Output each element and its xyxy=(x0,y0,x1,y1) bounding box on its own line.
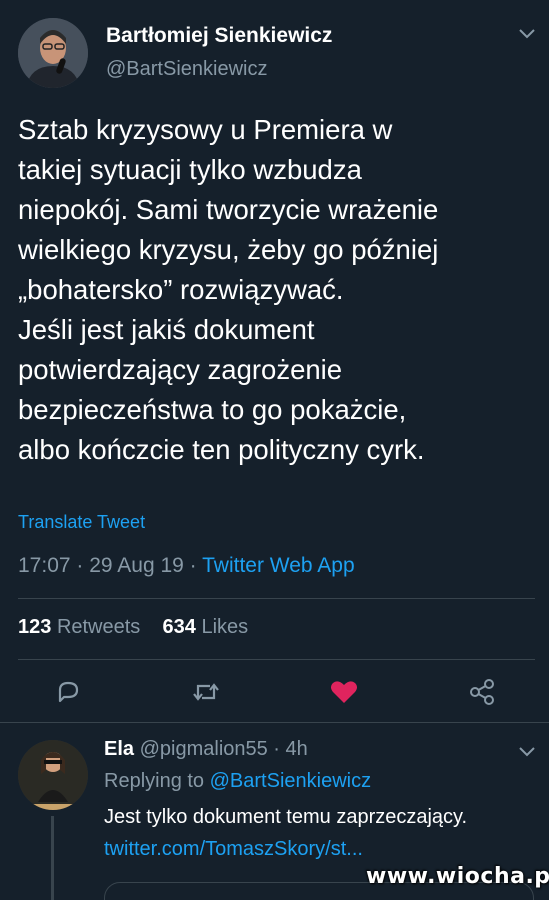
tweet-text-line: „bohatersko” rozwiązywać. xyxy=(18,274,344,305)
divider xyxy=(18,598,535,599)
tweet-text-line: bezpieczeństwa to go pokażcie, xyxy=(18,394,407,425)
reply-author-handle[interactable]: @pigmalion55 xyxy=(140,738,268,760)
reply-author-name[interactable]: Ela xyxy=(104,738,134,760)
action-bar xyxy=(0,672,549,712)
tweet-text-line: takiej sytuacji tylko wzbudza xyxy=(18,154,362,185)
translate-tweet-link[interactable]: Translate Tweet xyxy=(18,512,145,533)
reply-age: 4h xyxy=(285,738,308,760)
replying-to-mention[interactable]: @BartSienkiewicz xyxy=(210,770,371,792)
meta-separator: · xyxy=(267,738,286,760)
share-icon[interactable] xyxy=(466,676,498,708)
replying-prefix: Replying to xyxy=(104,770,210,792)
author-avatar[interactable] xyxy=(18,18,88,88)
chevron-down-icon[interactable] xyxy=(518,746,536,758)
tweet-time: 17:07 xyxy=(18,554,71,577)
likes-label: Likes xyxy=(201,616,249,638)
tweet-stats: 123 Retweets 634 Likes xyxy=(18,616,248,639)
avatar-image xyxy=(18,18,88,88)
reply-header: Ela @pigmalion55 · 4h xyxy=(104,738,308,761)
tweet-date: 29 Aug 19 xyxy=(89,554,184,577)
meta-separator: · xyxy=(183,554,203,577)
tweet-text-line: niepokój. Sami tworzycie wrażenie xyxy=(18,194,439,225)
tweet-text-line: albo kończcie ten polityczny cyrk. xyxy=(18,434,425,465)
retweets-stat[interactable]: 123 Retweets xyxy=(18,616,140,638)
tweet-meta: 17:07 · 29 Aug 19 · Twitter Web App xyxy=(18,554,355,578)
chevron-down-icon[interactable] xyxy=(518,28,536,40)
retweet-icon[interactable] xyxy=(190,676,222,708)
reply-text: Jest tylko dokument temu zaprzeczający. xyxy=(104,806,468,828)
divider xyxy=(18,659,535,660)
thread-line xyxy=(51,816,54,900)
replying-to: Replying to @BartSienkiewicz xyxy=(104,770,371,793)
reply-link[interactable]: twitter.com/TomaszSkory/st... xyxy=(104,838,363,861)
tweet-source-app[interactable]: Twitter Web App xyxy=(202,554,355,577)
retweets-label: Retweets xyxy=(56,616,141,638)
reply-icon[interactable] xyxy=(52,676,84,708)
tweet-text-line: Sztab kryzysowy u Premiera w xyxy=(18,114,393,145)
likes-stat[interactable]: 634 Likes xyxy=(163,616,249,638)
tweet-text-line: wielkiego kryzysu, żeby go później xyxy=(18,234,439,265)
meta-separator: · xyxy=(70,554,90,577)
tweet-text-line: potwierdzający zagrożenie xyxy=(18,354,343,385)
retweets-count: 123 xyxy=(18,616,52,638)
reply-avatar[interactable] xyxy=(18,740,88,810)
tweet-text-line: Jeśli jest jakiś dokument xyxy=(18,314,315,345)
author-handle[interactable]: @BartSienkiewicz xyxy=(106,58,267,81)
author-name[interactable]: Bartłomiej Sienkiewicz xyxy=(106,24,332,48)
avatar-image xyxy=(18,740,88,810)
watermark: www.wiocha.pl xyxy=(366,864,549,889)
likes-count: 634 xyxy=(162,616,196,638)
divider xyxy=(0,722,549,723)
heart-icon[interactable] xyxy=(328,676,360,708)
tweet-text: Sztab kryzysowy u Premiera w takiej sytu… xyxy=(18,110,538,470)
